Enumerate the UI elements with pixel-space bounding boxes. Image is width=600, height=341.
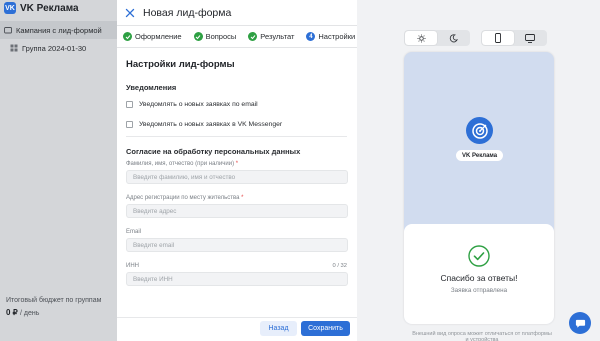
budget-amount: 0 ₽ — [6, 308, 18, 317]
step-settings[interactable]: 4 Настройки — [294, 32, 355, 41]
mobile-view-button[interactable] — [482, 31, 514, 45]
field-label-address: Адрес регистрации по месту жительства * — [126, 195, 244, 201]
success-check-icon — [468, 245, 490, 267]
monitor-icon — [525, 33, 535, 43]
messenger-notify-checkbox[interactable] — [126, 121, 133, 128]
profile-avatar — [466, 117, 493, 144]
phone-icon — [495, 33, 501, 43]
option-label: Уведомлять о новых заявках в VK Messenge… — [139, 121, 283, 128]
char-counter: 0 / 32 — [332, 263, 347, 269]
device-toggle — [481, 30, 547, 46]
required-mark: * — [235, 161, 239, 167]
save-button[interactable]: Сохранить — [301, 321, 350, 336]
sidebar-item-label: Группа 2024-01-30 — [22, 43, 87, 53]
check-circle-icon — [193, 32, 203, 41]
email-input[interactable]: Введите email — [126, 238, 348, 252]
thanks-subtitle: Заявка отправлена — [450, 287, 508, 294]
check-circle-icon — [123, 32, 132, 41]
step-questions[interactable]: Вопросы — [182, 32, 237, 41]
budget-summary: Итоговый бюджет по группам 0 ₽ / день — [6, 297, 101, 317]
divider — [126, 136, 347, 137]
folder-icon — [4, 27, 12, 34]
brand-name: VK Реклама — [20, 2, 79, 14]
inn-input[interactable]: Введите ИНН — [126, 272, 348, 286]
budget-label: Итоговый бюджет по группам — [6, 297, 102, 304]
email-notify-checkbox[interactable] — [126, 101, 133, 108]
vk-logo-icon: VK — [4, 2, 16, 14]
grid-icon — [10, 44, 18, 52]
fio-input[interactable]: Введите фамилию, имя и отчество — [126, 170, 348, 184]
step-label: Результат — [260, 32, 295, 41]
step-label: Вопросы — [205, 32, 237, 41]
field-label-fio: Фамилия, имя, отчество (при наличии) * — [126, 161, 239, 167]
background-sidebar: VK VK Реклама Кампания с лид-формой Груп… — [0, 0, 117, 341]
budget-unit: / день — [20, 310, 40, 317]
step-design[interactable]: Оформление — [117, 32, 182, 41]
budget-value: 0 ₽ / день — [6, 308, 101, 317]
target-icon — [471, 122, 488, 139]
address-input[interactable]: Введите адрес — [126, 204, 348, 218]
notifications-heading: Уведомления — [126, 83, 177, 92]
sidebar-item-group[interactable]: Группа 2024-01-30 — [0, 39, 117, 57]
chat-bubble-icon — [575, 319, 585, 328]
theme-toggle — [404, 30, 470, 46]
notify-email-option[interactable]: Уведомлять о новых заявках по email — [126, 101, 347, 108]
modal-title: Новая лид-форма — [143, 6, 232, 19]
close-button[interactable] — [121, 4, 139, 22]
support-chat-button[interactable] — [569, 312, 591, 334]
modal-footer: Назад Сохранить — [117, 317, 357, 341]
step-result[interactable]: Результат — [236, 32, 294, 41]
phone-preview: VK Реклама Спасибо за ответы! Заявка отп… — [404, 52, 554, 324]
notify-messenger-option[interactable]: Уведомлять о новых заявках в VK Messenge… — [126, 121, 347, 128]
sidebar-item-label: Кампания с лид-формой — [16, 25, 102, 35]
sidebar-item-campaign[interactable]: Кампания с лид-формой — [0, 21, 117, 39]
form-title: Настройки лид-формы — [126, 59, 235, 70]
step-label: Оформление — [135, 32, 182, 41]
step-number-badge: 4 — [306, 32, 316, 41]
field-label-inn: ИНН 0 / 32 — [126, 263, 347, 269]
brand: VK VK Реклама — [4, 2, 79, 14]
desktop-view-button[interactable] — [514, 31, 546, 45]
required-mark: * — [241, 195, 244, 201]
thanks-title: Спасибо за ответы! — [440, 273, 518, 283]
moon-icon — [449, 33, 458, 42]
dark-theme-button[interactable] — [437, 31, 469, 45]
profile-name-badge: VK Реклама — [456, 150, 504, 161]
stepper: Оформление Вопросы Результат 4 Настройки — [117, 25, 357, 48]
preview-note: Внешний вид опроса может отличаться от п… — [412, 331, 552, 341]
settings-form: Настройки лид-формы Уведомления Уведомля… — [117, 48, 357, 317]
consent-heading: Согласие на обработку персональных данны… — [126, 147, 301, 156]
preview-pane: VK Реклама Спасибо за ответы! Заявка отп… — [357, 0, 600, 341]
lead-form-modal: Новая лид-форма Оформление Вопросы Резул… — [117, 0, 600, 341]
check-circle-icon — [248, 32, 258, 41]
option-label: Уведомлять о новых заявках по email — [139, 101, 258, 108]
close-icon — [125, 8, 135, 17]
step-label: Настройки — [318, 32, 356, 41]
sun-icon — [416, 33, 426, 43]
field-label-email: Email — [126, 229, 142, 235]
thanks-card: Спасибо за ответы! Заявка отправлена — [404, 224, 554, 324]
light-theme-button[interactable] — [405, 31, 437, 45]
back-button[interactable]: Назад — [260, 321, 297, 336]
modal-header: Новая лид-форма — [117, 0, 357, 25]
